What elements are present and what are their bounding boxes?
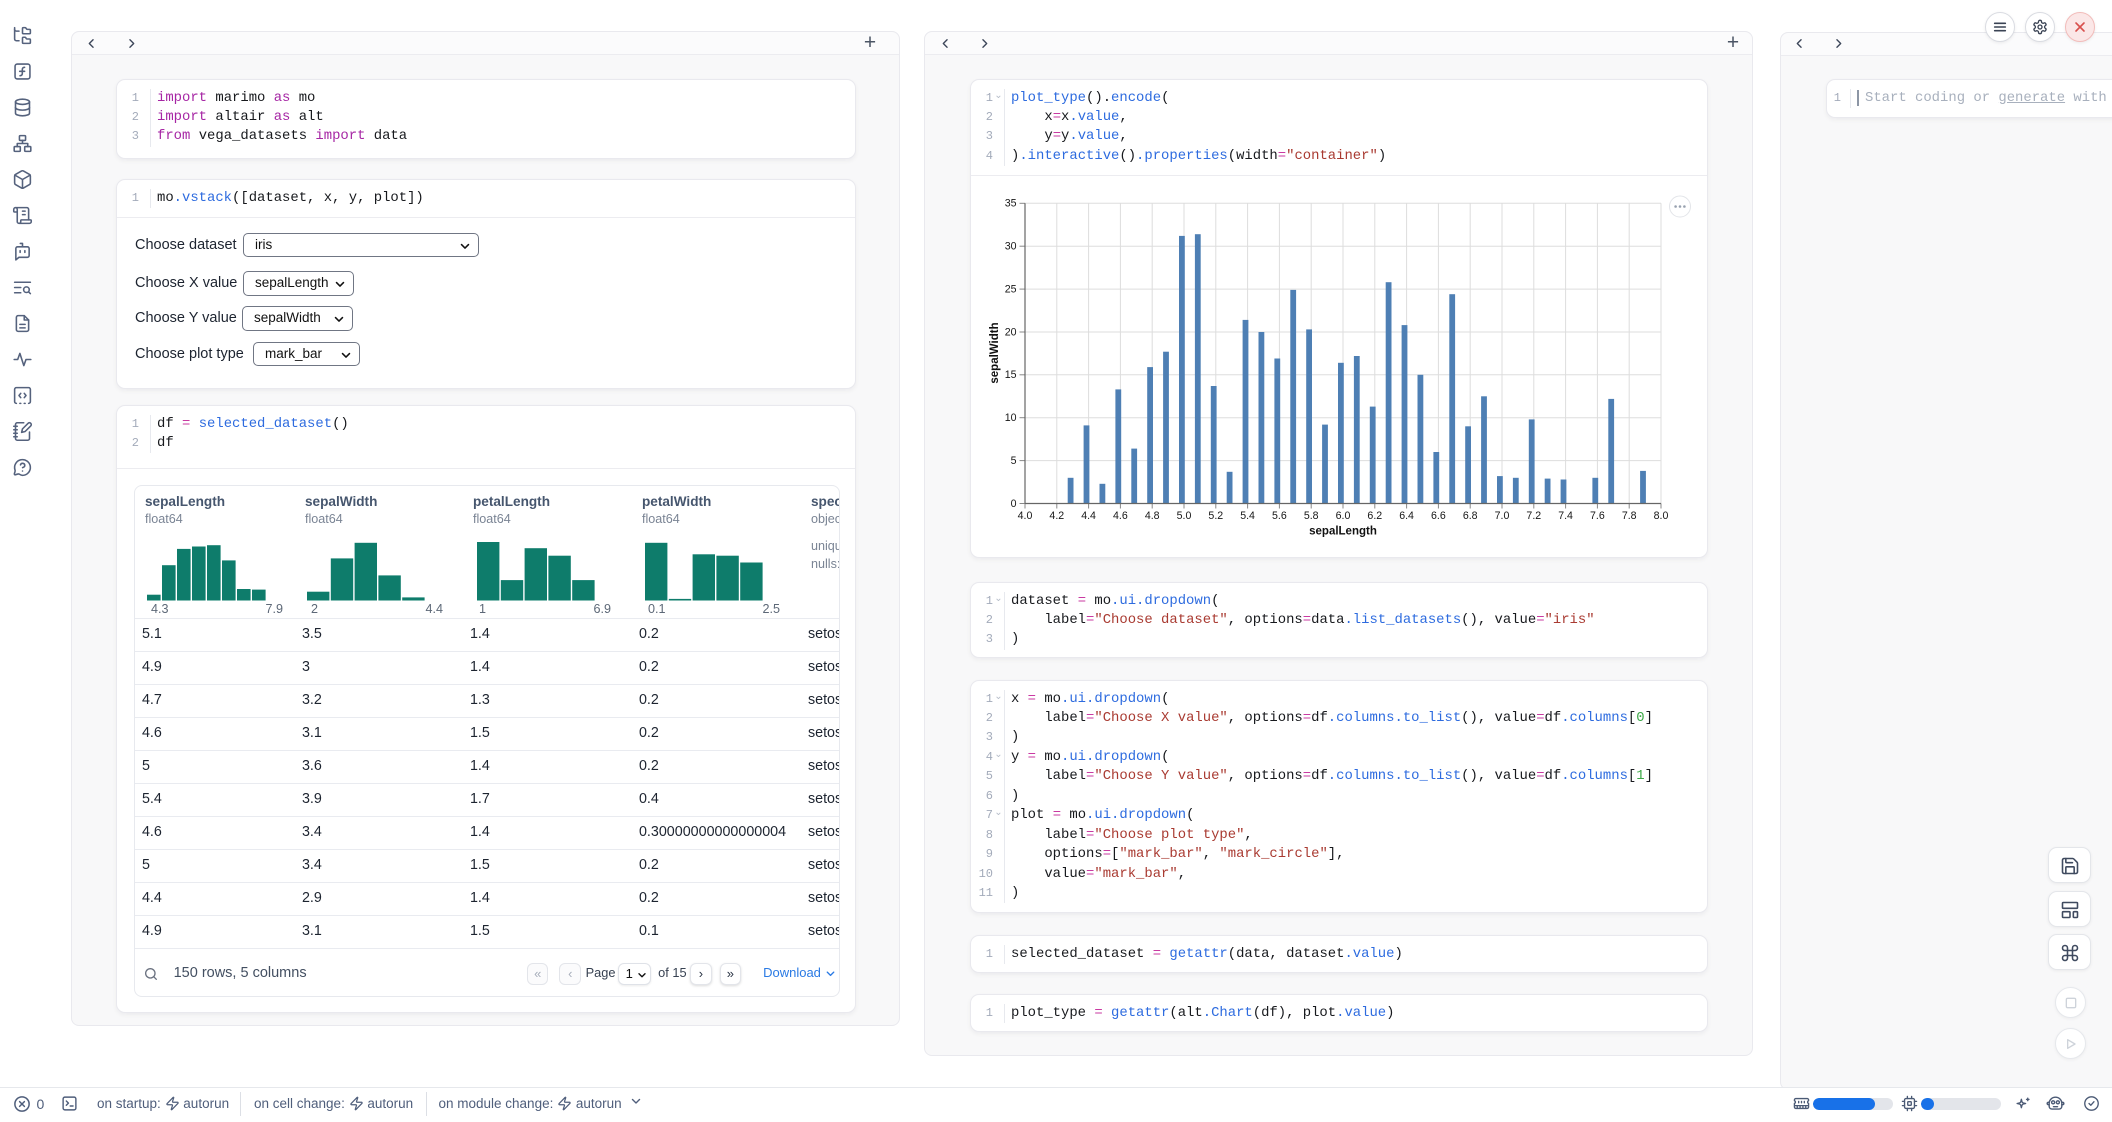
svg-text:7.0: 7.0 bbox=[1495, 510, 1510, 522]
svg-text:5.0: 5.0 bbox=[1177, 510, 1192, 522]
svg-text:sepalLength: sepalLength bbox=[1309, 526, 1377, 538]
svg-text:4.0: 4.0 bbox=[1018, 510, 1033, 522]
svg-text:5.2: 5.2 bbox=[1208, 510, 1223, 522]
svg-text:7.6: 7.6 bbox=[1590, 510, 1605, 522]
svg-text:7.8: 7.8 bbox=[1622, 510, 1637, 522]
svg-text:6.2: 6.2 bbox=[1367, 510, 1382, 522]
svg-text:5.8: 5.8 bbox=[1304, 510, 1319, 522]
svg-text:6.0: 6.0 bbox=[1336, 510, 1351, 522]
svg-text:20: 20 bbox=[1005, 326, 1017, 338]
svg-text:5: 5 bbox=[1011, 455, 1017, 467]
svg-text:6.8: 6.8 bbox=[1463, 510, 1478, 522]
svg-text:10: 10 bbox=[1005, 412, 1017, 424]
svg-text:25: 25 bbox=[1005, 284, 1017, 296]
svg-text:sepalWidth: sepalWidth bbox=[989, 322, 1001, 383]
svg-text:15: 15 bbox=[1005, 369, 1017, 381]
svg-text:4.4: 4.4 bbox=[1081, 510, 1096, 522]
svg-text:4.6: 4.6 bbox=[1113, 510, 1128, 522]
svg-text:4.2: 4.2 bbox=[1049, 510, 1064, 522]
svg-text:8.0: 8.0 bbox=[1654, 510, 1669, 522]
svg-text:0: 0 bbox=[1011, 498, 1017, 510]
svg-text:7.2: 7.2 bbox=[1526, 510, 1541, 522]
svg-text:6.4: 6.4 bbox=[1399, 510, 1414, 522]
svg-text:35: 35 bbox=[1005, 198, 1017, 210]
svg-text:7.4: 7.4 bbox=[1558, 510, 1573, 522]
svg-text:30: 30 bbox=[1005, 241, 1017, 253]
svg-text:6.6: 6.6 bbox=[1431, 510, 1446, 522]
svg-text:4.8: 4.8 bbox=[1145, 510, 1160, 522]
svg-text:5.4: 5.4 bbox=[1240, 510, 1255, 522]
svg-text:5.6: 5.6 bbox=[1272, 510, 1287, 522]
